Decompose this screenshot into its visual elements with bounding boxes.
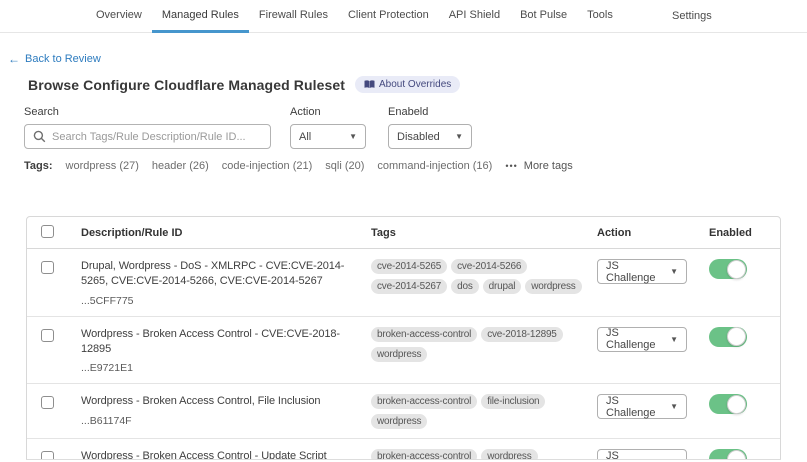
tag-pill: file-inclusion bbox=[481, 394, 545, 409]
tag-pill: wordpress bbox=[525, 279, 581, 294]
about-overrides-badge[interactable]: About Overrides bbox=[355, 76, 460, 93]
tab-managed-rules[interactable]: Managed Rules bbox=[152, 0, 249, 33]
tag-pill: broken-access-control bbox=[371, 327, 477, 342]
rule-action-value: JS Challenge bbox=[606, 395, 664, 419]
select-all-checkbox[interactable] bbox=[41, 225, 54, 238]
header-description: Description/Rule ID bbox=[81, 227, 371, 239]
tab-bot-pulse[interactable]: Bot Pulse bbox=[510, 0, 577, 33]
rule-tags: cve-2014-5265 cve-2014-5266 cve-2014-5267 d… bbox=[371, 259, 597, 294]
chevron-down-icon: ▼ bbox=[670, 402, 678, 411]
back-arrow-icon: ← bbox=[8, 52, 20, 66]
nav-tabs: OverviewManaged RulesFirewall RulesClien… bbox=[86, 0, 623, 33]
table-row: Wordpress - Broken Access Control - CVE:… bbox=[27, 317, 780, 385]
book-icon bbox=[364, 80, 375, 89]
rule-tags: broken-access-control file-inclusion wordp… bbox=[371, 394, 597, 429]
rule-action-select[interactable]: JS Challenge ▼ bbox=[597, 394, 687, 419]
tab-client-protection[interactable]: Client Protection bbox=[338, 0, 439, 33]
header-enabled: Enabled bbox=[709, 227, 780, 239]
tag-filter-link[interactable]: wordpress (27) bbox=[66, 160, 139, 172]
tag-filter-link[interactable]: sqli (20) bbox=[325, 160, 364, 172]
toggle-knob bbox=[727, 395, 746, 414]
tags-bar: Tags: wordpress (27) header (26) code-inje… bbox=[24, 160, 573, 172]
search-label: Search bbox=[24, 106, 271, 118]
more-tags-label: More tags bbox=[524, 160, 573, 172]
tag-pill: dos bbox=[451, 279, 479, 294]
chevron-down-icon: ▼ bbox=[670, 267, 678, 276]
title-row: Browse Configure Cloudflare Managed Rule… bbox=[28, 76, 460, 93]
row-checkbox[interactable] bbox=[41, 329, 54, 342]
header-action: Action bbox=[597, 227, 709, 239]
tab-settings[interactable]: Settings bbox=[672, 0, 712, 32]
action-filter-value: All bbox=[299, 131, 311, 143]
ellipsis-icon: ••• bbox=[505, 161, 517, 171]
rule-action-select[interactable]: JS Challenge ▼ bbox=[597, 327, 687, 352]
rule-tags: broken-access-control cve-2018-12895 wordp… bbox=[371, 327, 597, 362]
tag-pill: cve-2014-5265 bbox=[371, 259, 447, 274]
enabled-filter-value: Disabled bbox=[397, 131, 440, 143]
header-tags: Tags bbox=[371, 227, 597, 239]
enabled-toggle[interactable] bbox=[709, 259, 747, 279]
tag-pill: broken-access-control bbox=[371, 394, 477, 409]
row-checkbox[interactable] bbox=[41, 261, 54, 274]
search-icon bbox=[33, 130, 46, 148]
rule-id: ...E9721E1 bbox=[81, 362, 361, 374]
tab-tools[interactable]: Tools bbox=[577, 0, 623, 33]
chevron-down-icon: ▼ bbox=[670, 335, 678, 344]
rule-action-value: JS Challenge bbox=[606, 260, 664, 284]
tag-pill: wordpress bbox=[371, 414, 427, 429]
tag-filter-link[interactable]: command-injection (16) bbox=[377, 160, 492, 172]
about-badge-label: About Overrides bbox=[379, 79, 451, 90]
tab-overview[interactable]: Overview bbox=[86, 0, 152, 33]
more-tags-button[interactable]: ••• More tags bbox=[505, 160, 572, 172]
toggle-knob bbox=[727, 260, 746, 279]
action-filter-group: Action All ▼ bbox=[290, 106, 366, 149]
rule-id: ...5CFF775 bbox=[81, 295, 361, 307]
enabled-label: Enabeld bbox=[388, 106, 472, 118]
rule-action-value: JS Challenge bbox=[606, 327, 664, 351]
back-to-review-link[interactable]: ← Back to Review bbox=[8, 52, 101, 66]
action-label: Action bbox=[290, 106, 366, 118]
tab-firewall-rules[interactable]: Firewall Rules bbox=[249, 0, 338, 33]
search-input[interactable]: Search Tags/Rule Description/Rule ID... bbox=[24, 124, 271, 149]
table-row: Wordpress - Broken Access Control, File … bbox=[27, 384, 780, 439]
tag-pill: drupal bbox=[483, 279, 522, 294]
table-body: Drupal, Wordpress - DoS - XMLRPC - CVE:C… bbox=[27, 249, 780, 462]
table-header-row: Description/Rule ID Tags Action Enabled bbox=[27, 217, 780, 249]
tag-links: wordpress (27) header (26) code-injection … bbox=[66, 160, 493, 172]
tag-filter-link[interactable]: code-injection (21) bbox=[222, 160, 313, 172]
rule-description: Drupal, Wordpress - DoS - XMLRPC - CVE:C… bbox=[81, 259, 361, 289]
table-row: Drupal, Wordpress - DoS - XMLRPC - CVE:C… bbox=[27, 249, 780, 317]
search-placeholder: Search Tags/Rule Description/Rule ID... bbox=[52, 131, 246, 143]
chevron-down-icon: ▼ bbox=[349, 132, 357, 141]
back-link-label: Back to Review bbox=[25, 53, 101, 65]
action-filter-select[interactable]: All ▼ bbox=[290, 124, 366, 149]
tag-pill: cve-2018-12895 bbox=[481, 327, 562, 342]
top-nav: OverviewManaged RulesFirewall RulesClien… bbox=[0, 0, 807, 33]
tag-pill: cve-2014-5267 bbox=[371, 279, 447, 294]
enabled-filter-group: Enabeld Disabled ▼ bbox=[388, 106, 472, 149]
chevron-down-icon: ▼ bbox=[455, 132, 463, 141]
tag-pill: cve-2014-5266 bbox=[451, 259, 527, 274]
rule-description: Wordpress - Broken Access Control - CVE:… bbox=[81, 327, 361, 357]
rules-table: Description/Rule ID Tags Action Enabled … bbox=[26, 216, 781, 462]
enabled-filter-select[interactable]: Disabled ▼ bbox=[388, 124, 472, 149]
tag-pill: wordpress bbox=[371, 347, 427, 362]
page-title: Browse Configure Cloudflare Managed Rule… bbox=[28, 77, 345, 93]
enabled-toggle[interactable] bbox=[709, 327, 747, 347]
rule-description: Wordpress - Broken Access Control, File … bbox=[81, 394, 361, 409]
rule-action-select[interactable]: JS Challenge ▼ bbox=[597, 259, 687, 284]
tab-api-shield[interactable]: API Shield bbox=[439, 0, 510, 33]
page: OverviewManaged RulesFirewall RulesClien… bbox=[0, 0, 807, 462]
enabled-toggle[interactable] bbox=[709, 394, 747, 414]
row-checkbox[interactable] bbox=[41, 396, 54, 409]
rule-id: ...B61174F bbox=[81, 415, 361, 427]
search-filter-group: Search Search Tags/Rule Description/Rule… bbox=[24, 106, 271, 149]
toggle-knob bbox=[727, 327, 746, 346]
tags-bar-label: Tags: bbox=[24, 160, 53, 172]
tag-filter-link[interactable]: header (26) bbox=[152, 160, 209, 172]
